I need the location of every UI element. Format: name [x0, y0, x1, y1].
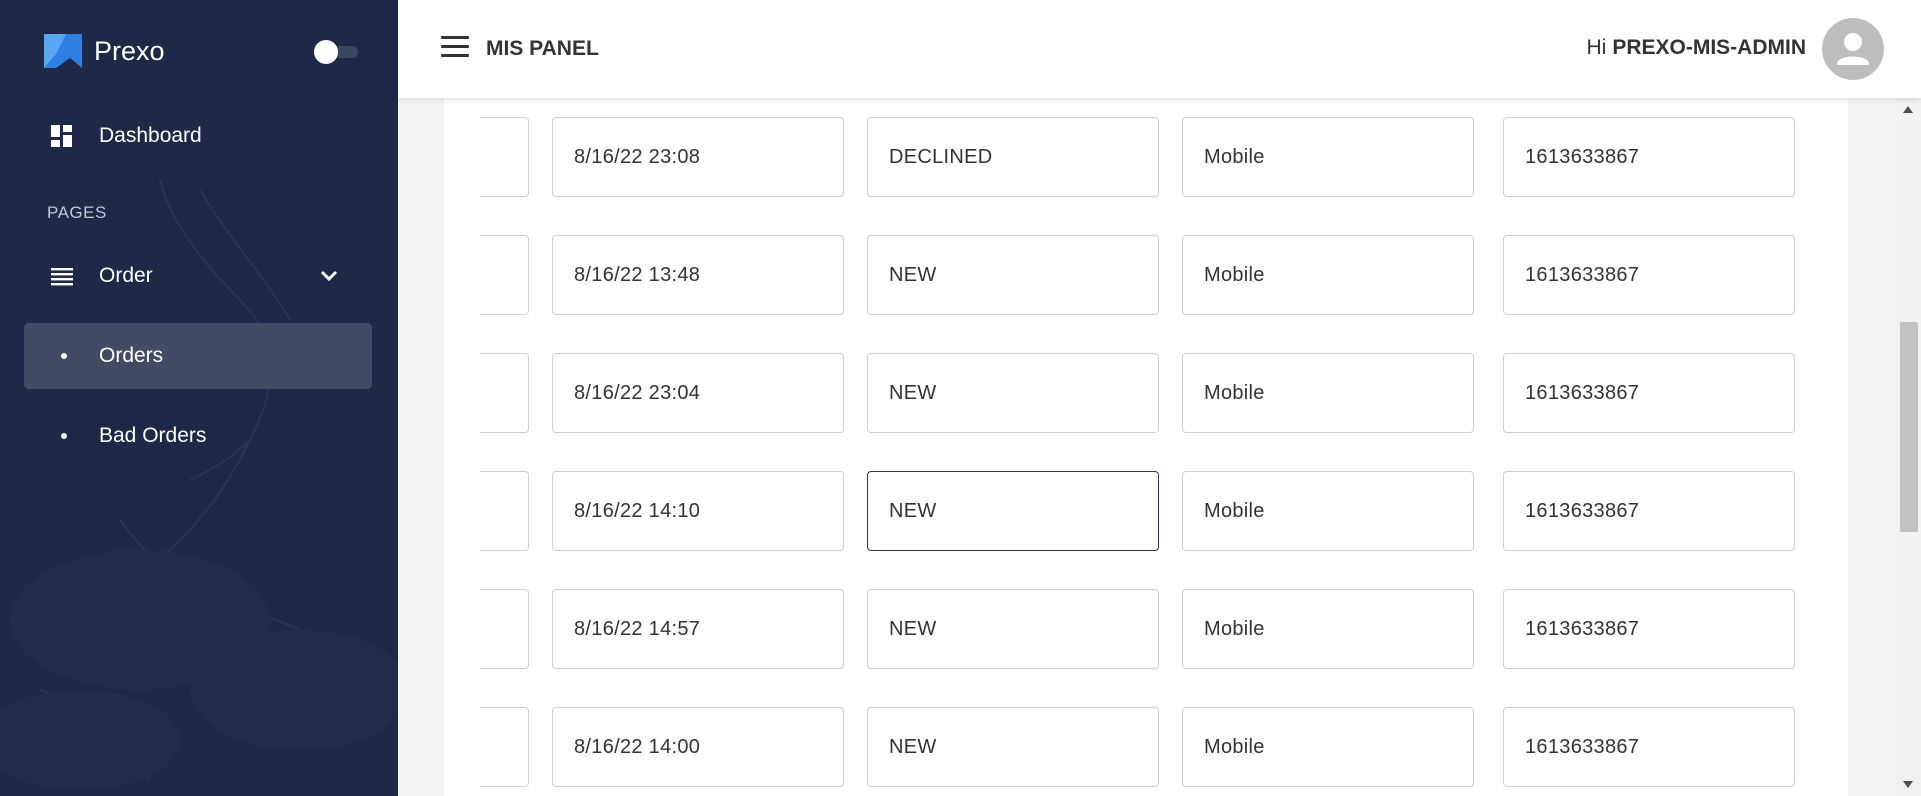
page-title: MIS PANEL	[486, 37, 599, 60]
type-field[interactable]: Mobile	[1182, 589, 1474, 669]
sidebar-item-order[interactable]: Order	[24, 243, 372, 309]
scroll-down-icon[interactable]	[1903, 781, 1913, 788]
type-field[interactable]: Mobile	[1182, 353, 1474, 433]
table-cell-clipped[interactable]	[480, 471, 529, 551]
top-header: MIS PANEL Hi PREXO-MIS-ADMIN	[398, 0, 1921, 98]
user-icon	[1837, 33, 1869, 65]
date-field[interactable]: 8/16/22 23:04	[552, 353, 844, 433]
date-field[interactable]: 8/16/22 13:48	[552, 235, 844, 315]
brand[interactable]: Prexo	[44, 32, 165, 70]
table-cell-clipped[interactable]	[480, 117, 529, 197]
status-field[interactable]: DECLINED	[867, 117, 1159, 197]
status-field[interactable]: NEW	[867, 471, 1159, 551]
status-field[interactable]: NEW	[867, 353, 1159, 433]
sidebar-item-dashboard[interactable]: Dashboard	[24, 103, 372, 169]
sidebar-item-label: Bad Orders	[99, 424, 207, 447]
toggle-knob	[314, 40, 338, 64]
sidebar-item-orders[interactable]: Orders	[24, 323, 372, 389]
section-label: PAGES	[47, 203, 107, 222]
username: PREXO-MIS-ADMIN	[1612, 36, 1806, 59]
date-field[interactable]: 8/16/22 14:57	[552, 589, 844, 669]
date-field[interactable]: 8/16/22 23:08	[552, 117, 844, 197]
type-field[interactable]: Mobile	[1182, 117, 1474, 197]
table-cell-clipped[interactable]	[480, 353, 529, 433]
user-greeting: Hi PREXO-MIS-ADMIN	[1586, 36, 1806, 60]
table-cell-clipped[interactable]	[480, 589, 529, 669]
brand-name: Prexo	[94, 35, 165, 66]
sidebar-item-bad-orders[interactable]: Bad Orders	[24, 403, 372, 469]
id-field[interactable]: 1613633867	[1503, 235, 1795, 315]
date-field[interactable]: 8/16/22 14:00	[552, 707, 844, 787]
bullet-icon	[61, 353, 67, 359]
table-cell-clipped[interactable]	[480, 235, 529, 315]
table-row: 8/16/22 13:48 NEW Mobile 1613633867	[444, 235, 1848, 315]
status-field[interactable]: NEW	[867, 235, 1159, 315]
dashboard-icon	[51, 125, 72, 147]
table-cell-clipped[interactable]	[480, 707, 529, 787]
avatar[interactable]	[1822, 18, 1884, 80]
id-field[interactable]: 1613633867	[1503, 707, 1795, 787]
table-row: 8/16/22 14:57 NEW Mobile 1613633867	[444, 589, 1848, 669]
table-row: 8/16/22 14:10 NEW Mobile 1613633867	[444, 471, 1848, 551]
sidebar-item-label: Orders	[99, 344, 164, 367]
table-row: 8/16/22 14:00 NEW Mobile 1613633867	[444, 707, 1848, 787]
scrollbar-thumb[interactable]	[1900, 322, 1918, 532]
table-row: 8/16/22 23:04 NEW Mobile 1613633867	[444, 353, 1848, 433]
greeting-text: Hi	[1586, 36, 1607, 59]
type-field[interactable]: Mobile	[1182, 471, 1474, 551]
prexo-logo-icon	[44, 34, 82, 68]
type-field[interactable]: Mobile	[1182, 707, 1474, 787]
sidebar: Prexo Dashboard PAGES Order Orders Bad O…	[0, 0, 398, 796]
vertical-scrollbar[interactable]	[1896, 98, 1921, 796]
sidebar-item-label: Order	[99, 264, 153, 287]
table-row: 8/16/22 23:08 DECLINED Mobile 1613633867	[444, 117, 1848, 197]
status-field[interactable]: NEW	[867, 707, 1159, 787]
id-field[interactable]: 1613633867	[1503, 353, 1795, 433]
bullet-icon	[61, 433, 67, 439]
menu-icon[interactable]	[441, 36, 469, 60]
list-icon	[51, 268, 73, 286]
orders-table: 8/16/22 23:08 DECLINED Mobile 1613633867…	[444, 98, 1848, 796]
status-field[interactable]: NEW	[867, 589, 1159, 669]
id-field[interactable]: 1613633867	[1503, 589, 1795, 669]
id-field[interactable]: 1613633867	[1503, 471, 1795, 551]
scroll-up-icon[interactable]	[1903, 106, 1913, 113]
type-field[interactable]: Mobile	[1182, 235, 1474, 315]
date-field[interactable]: 8/16/22 14:10	[552, 471, 844, 551]
chevron-down-icon[interactable]	[318, 265, 340, 287]
theme-toggle[interactable]	[314, 40, 360, 64]
sidebar-item-label: Dashboard	[99, 124, 202, 147]
id-field[interactable]: 1613633867	[1503, 117, 1795, 197]
